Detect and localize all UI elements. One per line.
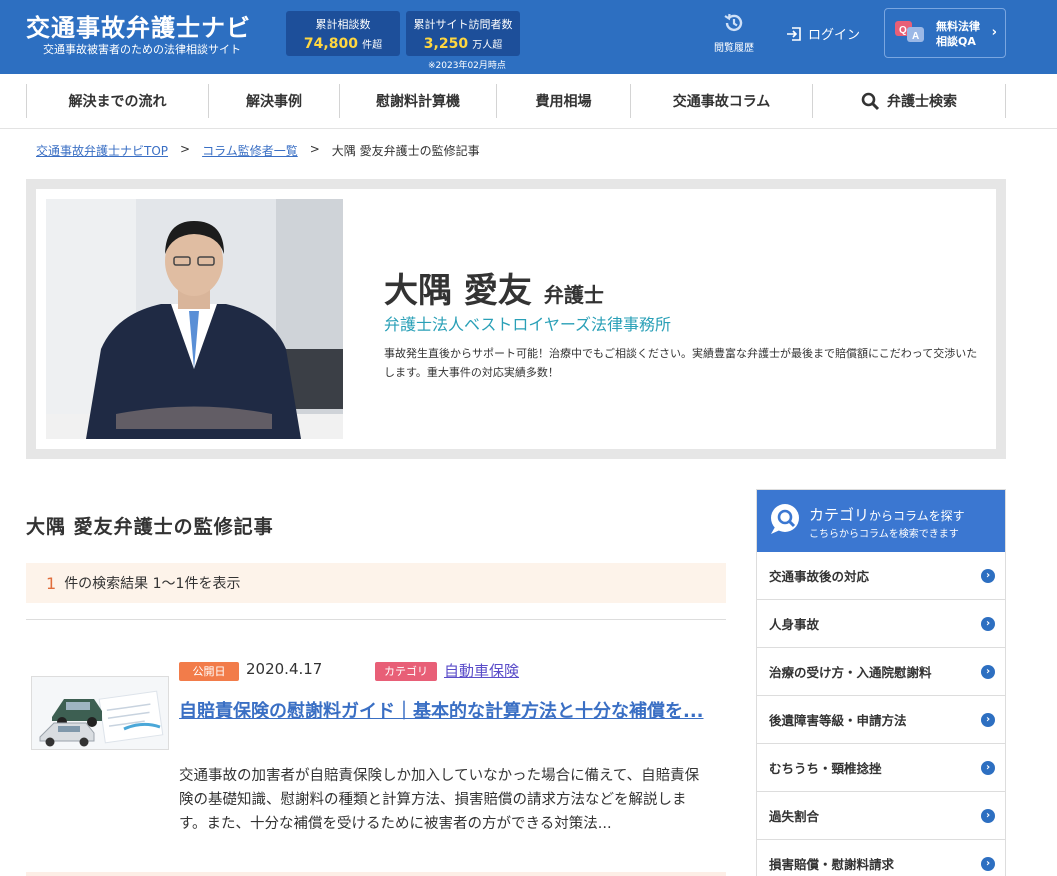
sidebar-item-label: 治療の受け方・入通院慰謝料: [769, 665, 932, 680]
sidebar-item-label: 後遺障害等級・申請方法: [769, 713, 907, 728]
sidebar-item-whiplash[interactable]: むちうち・頸椎捻挫 ›: [757, 744, 1005, 792]
result-text: 件の検索結果 1〜1件を表示: [64, 576, 241, 592]
breadcrumb-separator: >: [180, 142, 191, 156]
sidebar-item-fault-ratio[interactable]: 過失割合 ›: [757, 792, 1005, 840]
nav-item-cases[interactable]: 解決事例: [208, 84, 339, 118]
sidebar-item-label: 損害賠償・慰謝料請求: [769, 857, 895, 872]
stats-note: ※2023年02月時点: [428, 61, 506, 71]
sidebar-title: カテゴリ: [809, 506, 870, 524]
site-logo[interactable]: 交通事故弁護士ナビ: [26, 8, 251, 43]
site-header: 交通事故弁護士ナビ 交通事故被害者のための法律相談サイト 累計相談数 74,80…: [0, 0, 1057, 74]
result-count: 1: [46, 573, 57, 593]
stat-label: 累計サイト訪問者数: [413, 18, 513, 31]
qa-icon-a: A: [912, 31, 919, 42]
published-date: 2020.4.17: [246, 660, 323, 678]
lawyer-name: 大隅 愛友: [384, 271, 532, 311]
law-firm-name: 弁護士法人ベストロイヤーズ法律事務所: [384, 315, 672, 334]
qa-icon: Q A: [895, 21, 924, 42]
lawyer-photo: [46, 199, 343, 439]
history-icon: [724, 13, 743, 32]
lawyer-description: 事故発生直後からサポート可能！治療中でもご相談ください。実績豊富な弁護士が最後ま…: [384, 347, 978, 379]
login-label: ログイン: [808, 28, 861, 43]
qa-label-line1: 無料法律: [936, 20, 980, 33]
nav-item-flow[interactable]: 解決までの流れ: [26, 84, 208, 118]
lawyer-title: 弁護士: [543, 283, 604, 307]
breadcrumb: 交通事故弁護士ナビTOP > コラム監修者一覧 > 大隅 愛友弁護士の監修記事: [36, 142, 480, 159]
nav-item-cost[interactable]: 費用相場: [496, 84, 630, 118]
stat-label: 累計相談数: [315, 18, 371, 31]
article-title-link[interactable]: 自賠責保険の慰謝料ガイド｜基本的な計算方法と十分な補償を...: [179, 697, 719, 726]
nav-divider: [0, 128, 1057, 129]
sidebar-item-label: 過失割合: [769, 809, 820, 824]
sidebar-subtitle: こちらからコラムを検索できます: [809, 529, 959, 540]
section-title: 大隅 愛友弁護士の監修記事: [26, 516, 274, 538]
stat-unit: 件超: [362, 40, 383, 51]
chevron-right-icon: ›: [981, 568, 995, 583]
chevron-right-icon: ›: [991, 25, 997, 40]
global-nav: 解決までの流れ 解決事例 慰謝料計算機 費用相場 交通事故コラム 弁護士検索: [26, 74, 1006, 128]
sidebar-item-after-accident[interactable]: 交通事故後の対応 ›: [757, 552, 1005, 600]
section-divider: [26, 619, 726, 620]
chevron-right-icon: ›: [981, 664, 995, 679]
sidebar-item-treatment[interactable]: 治療の受け方・入通院慰謝料 ›: [757, 648, 1005, 696]
article-excerpt: 交通事故の加害者が自賠責保険しか加入していなかった場合に備えて、自賠責保険の基礎…: [179, 768, 700, 832]
nav-item-column[interactable]: 交通事故コラム: [630, 84, 812, 118]
site-tagline: 交通事故被害者のための法律相談サイト: [43, 43, 241, 56]
stat-consultations: 累計相談数 74,800 件超: [286, 11, 400, 56]
history-label: 閲覧履歴: [714, 43, 754, 54]
qa-label-line2: 相談QA: [936, 35, 976, 48]
history-button[interactable]: 閲覧履歴: [706, 12, 762, 54]
lawyer-profile-card: 大隅 愛友 弁護士 弁護士法人ベストロイヤーズ法律事務所 事故発生直後からサポート…: [26, 179, 1006, 459]
nav-item-label: 弁護士検索: [887, 94, 957, 110]
published-date-badge: 公開日: [179, 662, 239, 681]
breadcrumb-separator: >: [309, 142, 320, 156]
search-result-summary: 1 件の検索結果 1〜1件を表示: [26, 563, 726, 603]
category-badge: カテゴリ: [375, 662, 437, 681]
category-sidebar-header: カテゴリからコラムを探す こちらからコラムを検索できます: [757, 490, 1005, 552]
stat-unit: 万人超: [472, 40, 503, 51]
stat-visitors: 累計サイト訪問者数 3,250 万人超: [406, 11, 520, 56]
stat-value: 74,800: [303, 36, 358, 52]
chevron-right-icon: ›: [981, 712, 995, 727]
chevron-right-icon: ›: [981, 856, 995, 871]
sidebar-item-label: 交通事故後の対応: [769, 569, 870, 584]
nav-item-calculator[interactable]: 慰謝料計算機: [339, 84, 496, 118]
sidebar-item-compensation[interactable]: 損害賠償・慰謝料請求 ›: [757, 840, 1005, 876]
category-sidebar: カテゴリからコラムを探す こちらからコラムを検索できます 交通事故後の対応 › …: [756, 489, 1006, 876]
chevron-right-icon: ›: [981, 760, 995, 775]
category-link[interactable]: 自動車保険: [444, 660, 519, 681]
login-icon: [787, 26, 801, 41]
breadcrumb-list-link[interactable]: コラム監修者一覧: [202, 142, 298, 159]
sidebar-item-label: 人身事故: [769, 617, 820, 632]
article-divider: [26, 872, 726, 876]
article-thumbnail[interactable]: [31, 676, 169, 750]
sidebar-item-disability-grade[interactable]: 後遺障害等級・申請方法 ›: [757, 696, 1005, 744]
login-button[interactable]: ログイン: [786, 24, 860, 43]
breadcrumb-home-link[interactable]: 交通事故弁護士ナビTOP: [36, 142, 168, 159]
free-qa-button[interactable]: Q A 無料法律 相談QA ›: [884, 8, 1006, 58]
breadcrumb-current: 大隅 愛友弁護士の監修記事: [331, 144, 480, 158]
sidebar-item-personal-injury[interactable]: 人身事故 ›: [757, 600, 1005, 648]
nav-item-lawyer-search[interactable]: 弁護士検索: [812, 84, 1006, 118]
sidebar-item-label: むちうち・頸椎捻挫: [769, 761, 882, 776]
search-bubble-icon: [771, 504, 799, 534]
search-icon: [861, 92, 880, 110]
stat-value: 3,250: [423, 36, 469, 52]
sidebar-title-suffix: からコラムを探す: [869, 509, 965, 523]
chevron-right-icon: ›: [981, 808, 995, 823]
chevron-right-icon: ›: [981, 616, 995, 631]
qa-icon-q: Q: [899, 25, 907, 36]
